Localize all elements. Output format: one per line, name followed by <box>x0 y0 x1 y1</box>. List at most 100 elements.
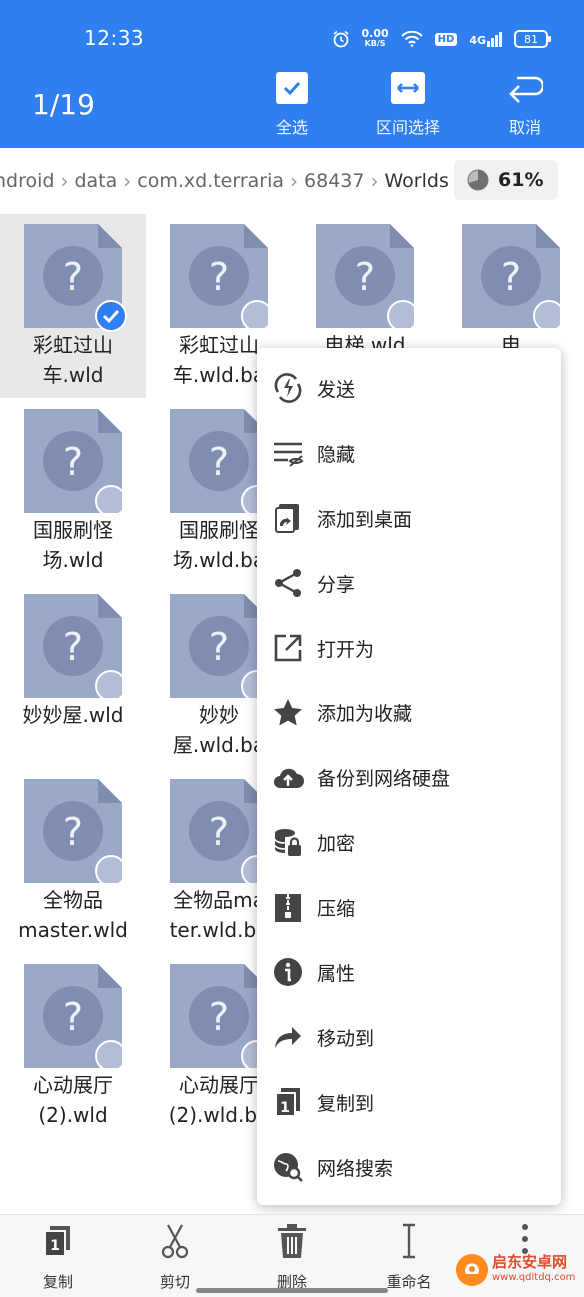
chevron-right-icon: › <box>370 169 379 193</box>
breadcrumb-item[interactable]: ndroid <box>0 170 54 192</box>
svg-text:?: ? <box>63 255 83 299</box>
menu-item-label: 打开为 <box>317 638 375 661</box>
svg-text:?: ? <box>209 625 229 669</box>
menu-item-cloud-upload[interactable]: 备份到网络硬盘 <box>257 745 561 810</box>
menu-item-hide[interactable]: 隐藏 <box>257 421 561 486</box>
svg-text:1: 1 <box>50 1238 60 1254</box>
menu-item-label: 属性 <box>317 962 356 985</box>
menu-item-label: 加密 <box>317 833 356 856</box>
signal-icon: 4G <box>469 31 502 47</box>
unchecked-circle-icon[interactable] <box>95 485 127 517</box>
chevron-right-icon: › <box>290 169 299 193</box>
copy-to-icon: 1 <box>271 1085 305 1119</box>
rename-button[interactable]: 重命名 <box>369 1223 449 1292</box>
file-item[interactable]: ? 国服刷怪 场.wld <box>0 399 146 583</box>
chevron-right-icon: › <box>123 169 132 193</box>
range-select-icon <box>391 72 425 104</box>
home-indicator[interactable] <box>196 1288 388 1293</box>
file-item[interactable]: ? 彩虹过山 车.wld <box>0 214 146 398</box>
file-name: 妙妙屋.wld <box>22 703 124 727</box>
cancel-label: 取消 <box>508 118 541 137</box>
undo-icon <box>509 76 543 103</box>
file-name: 国服刷怪 场.wld <box>33 518 113 572</box>
menu-item-send[interactable]: 发送 <box>257 356 561 421</box>
unchecked-circle-icon[interactable] <box>387 300 419 332</box>
file-item[interactable]: ? 全物品 master.wld <box>0 769 146 953</box>
svg-text:?: ? <box>209 440 229 484</box>
svg-text:?: ? <box>501 255 521 299</box>
menu-item-info[interactable]: 属性 <box>257 940 561 1005</box>
select-all-label: 全选 <box>275 118 308 137</box>
breadcrumb-path: ndroid › data › com.xd.terraria › 68437 … <box>0 169 449 193</box>
unchecked-circle-icon[interactable] <box>241 300 273 332</box>
breadcrumb-item[interactable]: 68437 <box>304 170 364 192</box>
share-icon <box>271 566 305 600</box>
svg-text:?: ? <box>63 625 83 669</box>
file-item[interactable]: ? 心动展厅 (2).wld <box>0 954 146 1138</box>
storage-usage-value: 61% <box>498 169 544 191</box>
copy-label: 复制 <box>42 1273 73 1291</box>
rename-icon <box>392 1223 426 1263</box>
menu-item-label: 添加为收藏 <box>317 703 413 726</box>
menu-item-label: 发送 <box>317 378 356 401</box>
copy-icon: 1 <box>41 1223 75 1263</box>
file-name: 彩虹过山 车.wld <box>33 333 113 387</box>
info-icon <box>271 955 305 989</box>
unchecked-circle-icon[interactable] <box>533 300 565 332</box>
menu-item-compress[interactable]: 压缩 <box>257 875 561 940</box>
status-icons: 0.00 KB/S HD 4G 81 <box>332 26 551 52</box>
checked-circle-icon[interactable] <box>95 300 127 332</box>
status-time: 12:33 <box>84 26 145 50</box>
svg-text:?: ? <box>209 995 229 1039</box>
menu-item-star[interactable]: 添加为收藏 <box>257 680 561 745</box>
svg-text:?: ? <box>63 440 83 484</box>
menu-item-share[interactable]: 分享 <box>257 551 561 616</box>
selection-count: 1/19 <box>32 88 95 121</box>
unchecked-circle-icon[interactable] <box>95 1040 127 1072</box>
unchecked-circle-icon[interactable] <box>95 855 127 887</box>
breadcrumb-item[interactable]: data <box>74 170 117 192</box>
menu-item-web-search[interactable]: 网络搜索 <box>257 1135 561 1200</box>
battery-icon: 81 <box>514 30 551 48</box>
selection-header: 12:33 0.00 KB/S HD 4G 81 1/19 全选 区间选择 取消 <box>0 0 584 148</box>
hide-icon <box>271 436 305 470</box>
menu-item-label: 压缩 <box>317 898 356 921</box>
svg-text:?: ? <box>63 995 83 1039</box>
unchecked-circle-icon[interactable] <box>95 670 127 702</box>
breadcrumb-current[interactable]: Worlds <box>385 170 449 192</box>
move-icon <box>271 1020 305 1054</box>
menu-item-label: 网络搜索 <box>317 1157 394 1180</box>
hd-badge: HD <box>434 32 458 46</box>
breadcrumb: ndroid › data › com.xd.terraria › 68437 … <box>0 148 584 214</box>
cut-label: 剪切 <box>159 1273 190 1291</box>
menu-item-add-to-desktop[interactable]: 添加到桌面 <box>257 486 561 551</box>
svg-text:1: 1 <box>280 1100 290 1116</box>
menu-item-label: 复制到 <box>317 1092 375 1115</box>
range-select-label: 区间选择 <box>375 118 440 137</box>
menu-item-encrypt[interactable]: 加密 <box>257 810 561 875</box>
range-select-button[interactable]: 区间选择 <box>368 72 448 138</box>
select-all-button[interactable]: 全选 <box>252 72 332 138</box>
menu-item-move[interactable]: 移动到 <box>257 1005 561 1070</box>
cancel-button[interactable]: 取消 <box>485 72 565 138</box>
file-name: 全物品 master.wld <box>18 888 128 942</box>
pie-chart-icon <box>467 169 489 191</box>
watermark-name: 启东安卓网 <box>492 1253 568 1271</box>
menu-item-label: 移动到 <box>317 1027 375 1050</box>
menu-item-label: 添加到桌面 <box>317 508 413 531</box>
breadcrumb-item[interactable]: com.xd.terraria <box>137 170 284 192</box>
menu-item-copy-to[interactable]: 1 复制到 <box>257 1070 561 1135</box>
file-name: 心动展厅 (2).wld <box>33 1073 113 1127</box>
star-icon <box>271 696 305 730</box>
copy-button[interactable]: 1 复制 <box>18 1223 98 1292</box>
delete-button[interactable]: 删除 <box>252 1223 332 1292</box>
compress-icon <box>271 891 305 925</box>
watermark-logo-icon <box>456 1254 488 1286</box>
cut-button[interactable]: 剪切 <box>135 1223 215 1292</box>
scissors-icon <box>158 1223 192 1263</box>
storage-usage-button[interactable]: 61% <box>454 160 558 200</box>
file-item[interactable]: ? 妙妙屋.wld <box>0 584 146 768</box>
open-as-icon <box>271 631 305 665</box>
menu-item-label: 分享 <box>317 573 356 596</box>
menu-item-open-as[interactable]: 打开为 <box>257 616 561 681</box>
